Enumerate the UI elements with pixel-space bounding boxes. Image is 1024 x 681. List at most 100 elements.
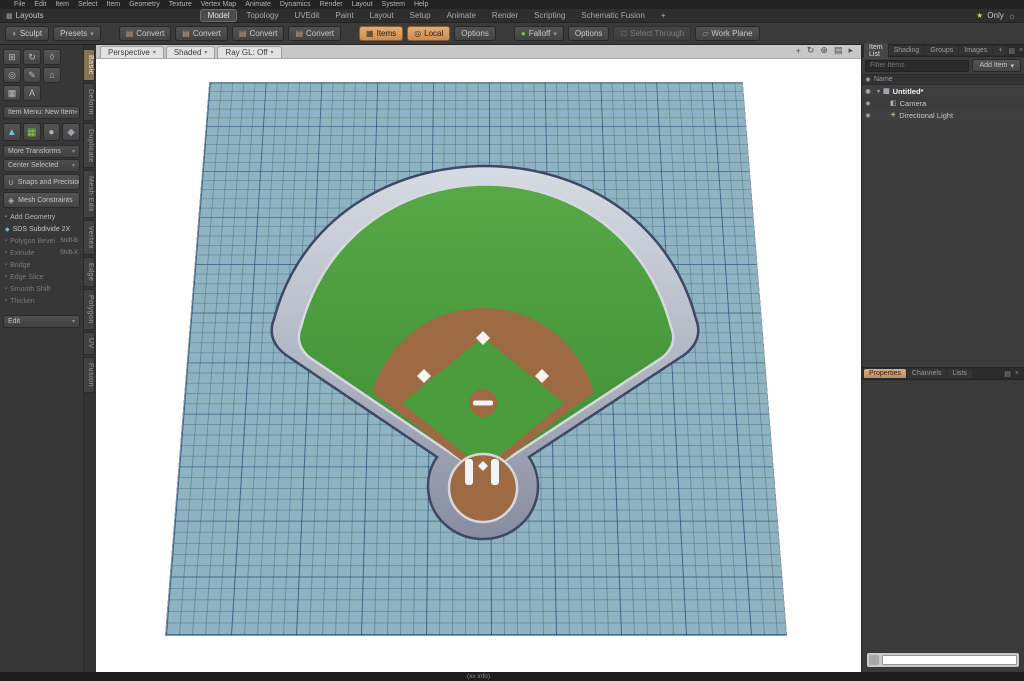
vtab-uv[interactable]: UV — [84, 332, 95, 355]
menu-file[interactable]: File — [14, 1, 25, 8]
tab-render[interactable]: Render — [485, 10, 525, 21]
tool-smooth-shift[interactable]: ▪ Smooth Shift — [0, 283, 83, 295]
tree-row-mesh[interactable]: ◉ ▾ ▦ Untitled* — [862, 85, 1024, 97]
tool-bridge[interactable]: ▪ Bridge — [0, 259, 83, 271]
snaps-precision-button[interactable]: ∪ Snaps and Precision — [3, 174, 80, 190]
tab-animate[interactable]: Animate — [440, 10, 483, 21]
menu-select[interactable]: Select — [78, 1, 97, 8]
tab-item-list[interactable]: Item List — [864, 43, 888, 59]
zoom-icon[interactable]: ⊕ — [820, 45, 828, 56]
options-button-1[interactable]: Options — [454, 26, 496, 41]
vtab-basic[interactable]: Basic — [84, 49, 95, 81]
tab-scripting[interactable]: Scripting — [527, 10, 572, 21]
tab-images[interactable]: Images — [959, 46, 992, 55]
only-toggle[interactable]: ★ Only ☼ — [976, 11, 1016, 21]
vtab-polygon[interactable]: Polygon — [84, 289, 95, 330]
tab-uvedit[interactable]: UVEdit — [287, 10, 326, 21]
add-item-button[interactable]: Add Item ▾ — [972, 59, 1021, 72]
menu-texture[interactable]: Texture — [169, 1, 192, 8]
tab-groups[interactable]: Groups — [925, 46, 958, 55]
vtab-deform[interactable]: Deform — [84, 83, 95, 121]
primitive-tool-button[interactable]: ⌂ — [43, 67, 61, 83]
vtab-edge[interactable]: Edge — [84, 257, 95, 287]
shaded-tab[interactable]: Shaded ▾ — [166, 46, 216, 58]
sculpt-button[interactable]: ◗ Sculpt — [5, 26, 49, 41]
falloff-button[interactable]: ● Falloff ▾ — [514, 26, 564, 41]
expander-icon[interactable]: ▾ — [874, 88, 883, 95]
pen-tool-button[interactable]: ✎ — [23, 67, 41, 83]
menu-item[interactable]: Item — [55, 1, 69, 8]
cone-button[interactable]: ◆ — [62, 123, 80, 141]
vtab-duplicate[interactable]: Duplicate — [84, 123, 95, 169]
menu-render[interactable]: Render — [320, 1, 343, 8]
vtab-fusion[interactable]: Fusion — [84, 357, 95, 393]
scale-tool-button[interactable]: ◊ — [43, 49, 61, 65]
tab-properties[interactable]: Properties — [864, 369, 906, 378]
tab-schematic-fusion[interactable]: Schematic Fusion — [574, 10, 652, 21]
menu-edit[interactable]: Edit — [34, 1, 46, 8]
panel-options-icon[interactable]: ▤ — [1008, 47, 1015, 55]
menu-system[interactable]: System — [382, 1, 405, 8]
add-geometry-header[interactable]: ▪ Add Geometry — [0, 211, 83, 223]
add-panel-tab-button[interactable]: + — [993, 46, 1007, 55]
close-icon[interactable]: × — [1015, 370, 1019, 378]
convert-button-3[interactable]: ▤ Convert — [232, 26, 285, 41]
viewport-menu-icon[interactable]: ▸ — [848, 45, 853, 56]
tab-topology[interactable]: Topology — [239, 10, 285, 21]
move-tool-button[interactable]: ⊞ — [3, 49, 21, 65]
panel-options-icon[interactable]: ▤ — [1004, 370, 1011, 378]
visibility-eye-icon[interactable]: ◉ — [862, 88, 874, 95]
tool-sds-subdivide[interactable]: ◆ SDS Subdivide 2X — [0, 223, 83, 235]
options-button-2[interactable]: Options — [568, 26, 610, 41]
menu-vertex-map[interactable]: Vertex Map — [201, 1, 236, 8]
center-selected-dropdown[interactable]: Center Selected ▾ — [3, 159, 80, 172]
visibility-eye-icon[interactable]: ◉ — [862, 112, 874, 119]
convert-button-2[interactable]: ▤ Convert — [175, 26, 228, 41]
menu-layout[interactable]: Layout — [352, 1, 373, 8]
visibility-eye-icon[interactable]: ◉ — [862, 100, 874, 107]
pan-icon[interactable]: + — [796, 46, 801, 56]
items-mode-button[interactable]: ▦ Items — [359, 26, 403, 41]
menu-item2[interactable]: Item — [106, 1, 120, 8]
tab-shading[interactable]: Shading — [889, 46, 925, 55]
vtab-vertex[interactable]: Vertex — [84, 220, 95, 255]
select-through-button[interactable]: ⊡ Select Through — [613, 26, 691, 41]
mesh-constraints-button[interactable]: ◈ Mesh Constraints — [3, 192, 80, 208]
grid-snap-button[interactable]: ▦ — [23, 123, 41, 141]
presets-button[interactable]: Presets ▾ — [53, 26, 101, 41]
tool-extrude[interactable]: ▪ Extrude Shift-X — [0, 247, 83, 259]
command-history-button[interactable] — [869, 655, 879, 665]
convert-button-1[interactable]: ▤ Convert — [119, 26, 172, 41]
tool-thicken[interactable]: ▪ Thicken — [0, 295, 83, 307]
viewport-options-icon[interactable]: ▤ — [834, 45, 843, 56]
convert-button-4[interactable]: ▤ Convert — [288, 26, 341, 41]
baseball-field-cookie-cutter-model[interactable] — [96, 59, 861, 672]
gear-icon[interactable]: ☼ — [1008, 11, 1016, 21]
sphere-button[interactable]: ● — [43, 123, 61, 141]
tab-paint[interactable]: Paint — [328, 10, 360, 21]
local-button[interactable]: ◎ Local — [407, 26, 450, 41]
command-input[interactable] — [882, 655, 1017, 665]
tab-model[interactable]: Model — [200, 9, 238, 22]
soft-select-tool-button[interactable]: ◎ — [3, 67, 21, 83]
raygl-tab[interactable]: Ray GL: Off ▾ — [217, 46, 281, 58]
work-plane-button[interactable]: ▱ Work Plane — [695, 26, 759, 41]
close-icon[interactable]: × — [1019, 47, 1023, 55]
layouts-menu-button[interactable]: ▦ Layouts — [0, 11, 50, 20]
mesh-tool-button[interactable]: ▦ — [3, 85, 21, 101]
menu-help[interactable]: Help — [414, 1, 428, 8]
tool-edge-slice[interactable]: ▪ Edge Slice — [0, 271, 83, 283]
tab-lists[interactable]: Lists — [947, 369, 971, 378]
edit-dropdown[interactable]: Edit ▾ — [3, 315, 80, 328]
menu-dynamics[interactable]: Dynamics — [280, 1, 311, 8]
menu-animate[interactable]: Animate — [245, 1, 271, 8]
vtab-mesh-edit[interactable]: Mesh Edit — [84, 170, 95, 218]
tab-setup[interactable]: Setup — [403, 10, 438, 21]
tool-polygon-bevel[interactable]: ▪ Polygon Bevel Shift-B — [0, 235, 83, 247]
tree-row-directional-light[interactable]: ◉ ☀ Directional Light — [862, 109, 1024, 121]
orbit-icon[interactable]: ↻ — [807, 45, 815, 56]
viewport-canvas[interactable] — [96, 59, 861, 672]
add-layout-tab-button[interactable]: + — [654, 10, 673, 21]
filter-items-input[interactable] — [865, 60, 969, 72]
text-tool-button[interactable]: A — [23, 85, 41, 101]
